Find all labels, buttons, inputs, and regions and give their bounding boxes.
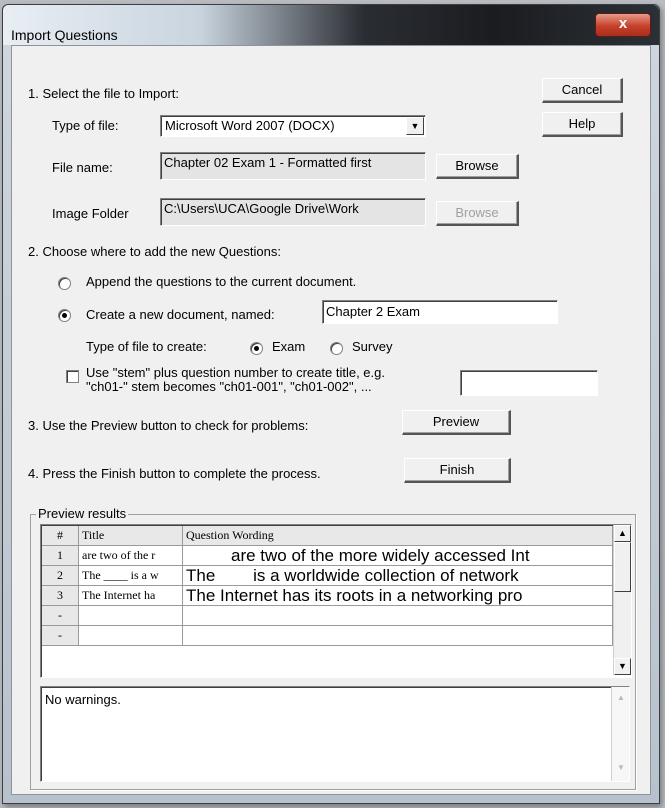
import-questions-window: Import Questions x 1. Select the file to… — [2, 4, 660, 804]
file-name-label: File name: — [52, 160, 113, 175]
row-wording[interactable]: The Internet has its roots in a networki… — [182, 585, 613, 606]
row-title[interactable] — [78, 625, 183, 646]
row-number: 1 — [42, 545, 79, 566]
preview-grid[interactable]: # Title Question Wording 1 are two of th… — [40, 524, 632, 678]
preview-button[interactable]: Preview — [402, 410, 511, 435]
title-bar[interactable]: Import Questions x — [3, 5, 659, 45]
append-label: Append the questions to the current docu… — [86, 274, 357, 289]
column-header-title[interactable]: Title — [78, 526, 183, 546]
close-button[interactable]: x — [595, 13, 651, 37]
row-title[interactable] — [78, 605, 183, 626]
table-row[interactable]: 1 are two of the r are two of the more w… — [42, 545, 613, 566]
row-number: - — [42, 625, 79, 646]
stem-label-line1: Use "stem" plus question number to creat… — [86, 365, 385, 380]
scroll-up-icon[interactable]: ▲ — [617, 693, 625, 702]
scroll-up-icon[interactable]: ▲ — [614, 525, 631, 542]
scroll-down-icon[interactable]: ▼ — [614, 658, 631, 675]
type-to-create-label: Type of file to create: — [86, 339, 207, 354]
chevron-down-icon[interactable]: ▼ — [406, 117, 424, 135]
finish-button[interactable]: Finish — [404, 458, 511, 483]
image-folder-field[interactable]: C:\Users\UCA\Google Drive\Work — [160, 198, 426, 226]
use-stem-checkbox[interactable] — [66, 370, 79, 383]
create-new-radio[interactable] — [58, 309, 71, 322]
create-new-label: Create a new document, named: — [86, 307, 275, 322]
grid-scrollbar[interactable]: ▲ ▼ — [613, 525, 631, 675]
row-wording[interactable]: The is a worldwide collection of network — [182, 565, 613, 586]
column-header-num[interactable]: # — [42, 526, 79, 546]
stem-input[interactable] — [460, 370, 598, 396]
step2-heading: 2. Choose where to add the new Questions… — [28, 244, 281, 259]
row-title[interactable]: are two of the r — [78, 545, 183, 566]
row-number: - — [42, 605, 79, 626]
exam-label: Exam — [272, 339, 306, 354]
help-button[interactable]: Help — [542, 112, 623, 137]
row-number: 2 — [42, 565, 79, 586]
dialog-body: 1. Select the file to Import: Cancel Hel… — [11, 45, 651, 795]
row-wording[interactable] — [182, 605, 613, 626]
survey-label: Survey — [352, 339, 393, 354]
warnings-box[interactable]: No warnings. ▲ ▼ — [40, 686, 630, 782]
row-title[interactable]: The ____ is a w — [78, 565, 183, 586]
column-header-wording[interactable]: Question Wording — [182, 526, 613, 546]
stem-label-line2: "ch01-" stem becomes "ch01-001", "ch01-0… — [86, 379, 372, 394]
survey-radio[interactable] — [330, 342, 343, 355]
exam-radio[interactable] — [250, 342, 263, 355]
type-of-file-label: Type of file: — [52, 118, 119, 133]
row-title[interactable]: The Internet ha — [78, 585, 183, 606]
window-title: Import Questions — [11, 27, 118, 43]
preview-results-label: Preview results — [36, 506, 129, 521]
new-document-name-input[interactable]: Chapter 2 Exam — [322, 300, 558, 324]
warnings-scrollbar[interactable]: ▲ ▼ — [611, 687, 629, 781]
step1-heading: 1. Select the file to Import: — [28, 86, 180, 101]
table-row[interactable]: - — [42, 625, 613, 646]
type-of-file-value: Microsoft Word 2007 (DOCX) — [165, 118, 335, 133]
table-row[interactable]: - — [42, 605, 613, 626]
close-icon[interactable]: x — [619, 15, 627, 32]
image-folder-label: Image Folder — [52, 206, 129, 221]
grid-header-row: # Title Question Wording — [42, 526, 613, 546]
scroll-thumb[interactable] — [614, 542, 631, 592]
cancel-button[interactable]: Cancel — [542, 78, 623, 103]
file-name-field[interactable]: Chapter 02 Exam 1 - Formatted first — [160, 152, 426, 180]
type-of-file-select[interactable]: Microsoft Word 2007 (DOCX) ▼ — [160, 115, 426, 137]
row-number: 3 — [42, 585, 79, 606]
append-radio[interactable] — [58, 277, 71, 290]
scroll-down-icon[interactable]: ▼ — [617, 763, 625, 772]
table-row[interactable]: 3 The Internet ha The Internet has its r… — [42, 585, 613, 606]
table-row[interactable]: 2 The ____ is a w The is a worldwide col… — [42, 565, 613, 586]
warnings-text: No warnings. — [45, 692, 121, 707]
row-wording[interactable] — [182, 625, 613, 646]
step4-text: 4. Press the Finish button to complete t… — [28, 466, 321, 481]
row-wording[interactable]: are two of the more widely accessed Int — [182, 545, 613, 566]
browse-image-button[interactable]: Browse — [436, 201, 519, 226]
browse-file-button[interactable]: Browse — [436, 154, 519, 179]
step3-text: 3. Use the Preview button to check for p… — [28, 418, 309, 433]
